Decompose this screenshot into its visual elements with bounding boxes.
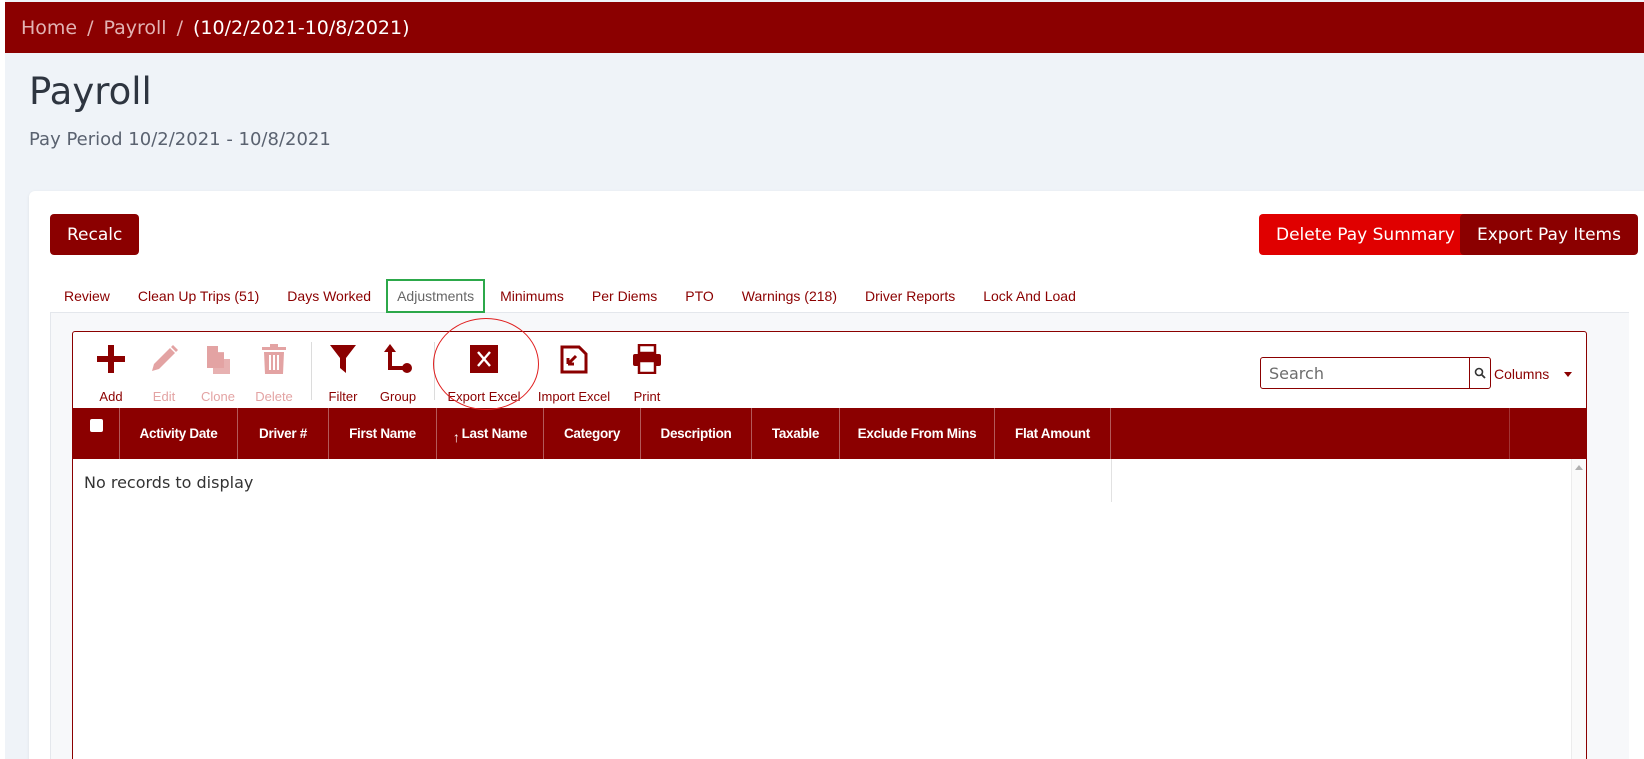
table-body: No records to display	[73, 459, 1586, 759]
breadcrumb-home[interactable]: Home	[21, 17, 77, 39]
delete-pay-summary-button[interactable]: Delete Pay Summary	[1259, 214, 1472, 255]
breadcrumb-current: (10/2/2021-10/8/2021)	[193, 16, 410, 39]
column-divider	[1111, 459, 1112, 502]
import-excel-label: Import Excel	[537, 389, 611, 404]
delete-button[interactable]: Delete	[243, 340, 305, 404]
trash-icon	[254, 340, 294, 377]
columns-label: Columns	[1494, 366, 1550, 382]
pencil-icon	[144, 340, 184, 377]
app-frame: Home / Payroll / (10/2/2021-10/8/2021) P…	[5, 0, 1644, 759]
clone-label: Clone	[201, 389, 235, 404]
tab-minimums[interactable]: Minimums	[486, 279, 578, 313]
sort-ascending-icon: ↑	[452, 428, 460, 445]
print-button[interactable]: Print	[616, 340, 678, 404]
filter-label: Filter	[328, 389, 358, 404]
funnel-icon	[323, 340, 363, 377]
import-excel-button[interactable]: Import Excel	[538, 340, 610, 404]
breadcrumb-payroll[interactable]: Payroll	[104, 17, 167, 39]
tab-driver-reports[interactable]: Driver Reports	[851, 279, 969, 313]
tab-per-diems[interactable]: Per Diems	[578, 279, 671, 313]
clone-button[interactable]: Clone	[187, 340, 249, 404]
group-label: Group	[379, 389, 417, 404]
tab-bar: Review Clean Up Trips (51) Days Worked A…	[50, 279, 1090, 313]
breadcrumb-separator: /	[176, 16, 183, 39]
select-all-checkbox[interactable]	[73, 408, 120, 459]
tab-pto[interactable]: PTO	[671, 279, 728, 313]
caret-down-icon	[1564, 371, 1573, 377]
column-category[interactable]: Category	[544, 408, 641, 459]
toolbar-separator	[434, 342, 435, 400]
column-description[interactable]: Description	[641, 408, 752, 459]
group-icon	[378, 340, 418, 377]
empty-message: No records to display	[84, 473, 254, 492]
column-first-name[interactable]: First Name	[329, 408, 437, 459]
add-label: Add	[99, 389, 123, 404]
grid-search	[1260, 357, 1491, 389]
column-exclude-from-mins[interactable]: Exclude From Mins	[840, 408, 995, 459]
recalc-button[interactable]: Recalc	[50, 214, 140, 255]
tab-days-worked[interactable]: Days Worked	[273, 279, 385, 313]
tab-clean-up-trips[interactable]: Clean Up Trips (51)	[124, 279, 273, 313]
edit-label: Edit	[152, 389, 176, 404]
column-taxable[interactable]: Taxable	[752, 408, 840, 459]
tab-adjustments[interactable]: Adjustments	[386, 279, 486, 313]
export-excel-button[interactable]: Export Excel	[448, 340, 521, 404]
search-input[interactable]	[1261, 358, 1469, 388]
group-button[interactable]: Group	[367, 340, 429, 404]
columns-dropdown[interactable]: Columns	[1494, 366, 1573, 382]
filter-button[interactable]: Filter	[312, 340, 374, 404]
export-pay-items-button[interactable]: Export Pay Items	[1460, 214, 1638, 255]
column-driver-number[interactable]: Driver #	[238, 408, 329, 459]
column-filler	[1111, 408, 1510, 459]
search-icon[interactable]	[1469, 358, 1490, 388]
page-subtitle: Pay Period 10/2/2021 - 10/8/2021	[29, 129, 331, 150]
excel-icon	[464, 340, 504, 377]
breadcrumb-separator: /	[87, 16, 94, 39]
tab-review[interactable]: Review	[50, 279, 124, 313]
table-header: Activity Date Driver # First Name ↑ Last …	[73, 408, 1586, 459]
tab-warnings[interactable]: Warnings (218)	[728, 279, 851, 313]
export-excel-label: Export Excel	[447, 389, 521, 404]
grid-toolbar: Add Edit Clone Delete Filter Group Expor…	[73, 332, 1586, 409]
page-title: Payroll	[29, 70, 152, 113]
print-label: Print	[633, 389, 661, 404]
column-flat-amount[interactable]: Flat Amount	[995, 408, 1111, 459]
breadcrumb: Home / Payroll / (10/2/2021-10/8/2021)	[5, 2, 1644, 53]
adjustments-grid: Add Edit Clone Delete Filter Group Expor…	[72, 331, 1587, 759]
column-activity-date[interactable]: Activity Date	[120, 408, 238, 459]
scroll-up-icon[interactable]	[1575, 465, 1583, 470]
column-last-name[interactable]: ↑ Last Name	[437, 408, 544, 459]
delete-label: Delete	[255, 389, 293, 404]
edit-button[interactable]: Edit	[133, 340, 195, 404]
printer-icon	[627, 340, 667, 377]
payroll-card: Recalc Delete Pay Summary Export Pay Ite…	[29, 191, 1644, 759]
plus-icon	[91, 340, 131, 377]
copy-icon	[198, 340, 238, 377]
import-icon	[554, 340, 594, 377]
column-last-name-label: Last Name	[461, 426, 528, 441]
tab-lock-and-load[interactable]: Lock And Load	[969, 279, 1090, 313]
vertical-scrollbar[interactable]	[1571, 459, 1586, 759]
